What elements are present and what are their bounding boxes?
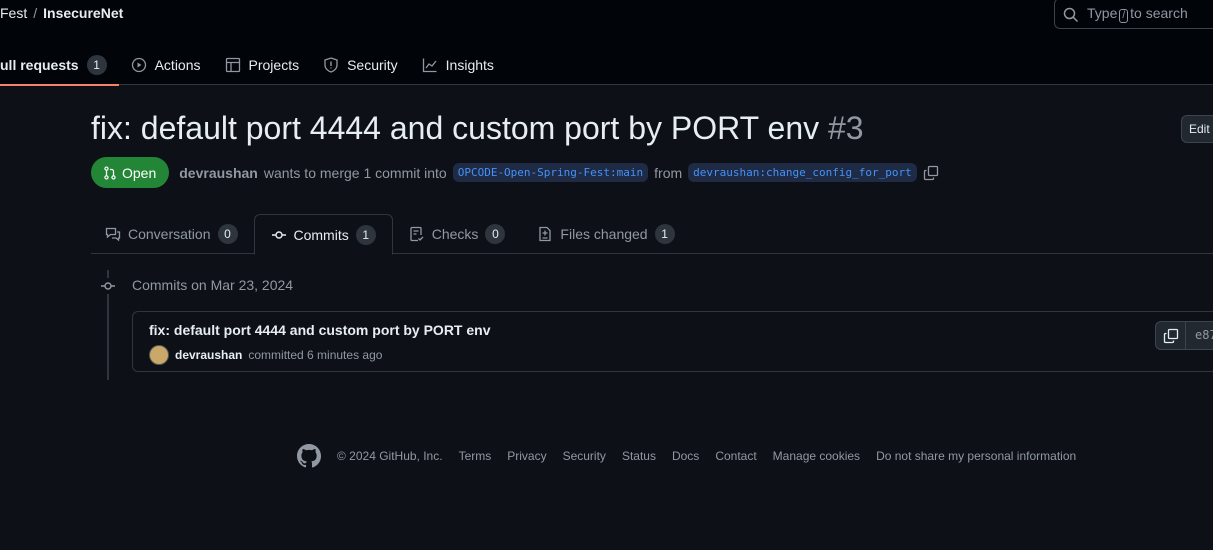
git-commit-icon: [271, 230, 286, 239]
graph-icon: [422, 58, 437, 72]
commit-author-link[interactable]: devraushan: [175, 348, 242, 362]
author-link[interactable]: devraushan: [179, 165, 258, 181]
nav-pull-requests[interactable]: ull requests 1: [0, 44, 119, 86]
base-branch[interactable]: OPCODE-Open-Spring-Fest:main: [452, 163, 649, 182]
copy-icon[interactable]: [923, 165, 939, 181]
shield-icon: [324, 56, 338, 73]
nav-insights[interactable]: Insights: [410, 44, 506, 85]
commits-date-heading: Commits on Mar 23, 2024: [132, 277, 294, 293]
footer-link-do-not-share[interactable]: Do not share my personal information: [876, 449, 1076, 463]
tab-files-changed[interactable]: Files changed 1: [521, 214, 690, 254]
tab-commits[interactable]: Commits 1: [253, 214, 393, 255]
status-badge: Open: [91, 157, 170, 188]
tab-checks[interactable]: Checks 0: [393, 214, 522, 254]
slash-key-hint: /: [1119, 9, 1129, 23]
footer-link-manage-cookies[interactable]: Manage cookies: [773, 449, 860, 463]
nav-security[interactable]: Security: [311, 44, 410, 85]
commit-list-item: fix: default port 4444 and custom port b…: [132, 311, 1213, 372]
footer-link-terms[interactable]: Terms: [459, 449, 492, 463]
repo-header: Fest / InsecureNet Type / to search ull requ…: [0, 0, 1213, 86]
footer-link-privacy[interactable]: Privacy: [507, 449, 546, 463]
avatar[interactable]: [149, 345, 169, 365]
pr-tabs: Conversation 0 Commits 1 Checks 0 Files cha…: [91, 214, 1213, 255]
github-logo-icon[interactable]: [297, 444, 321, 468]
search-icon: [1063, 7, 1079, 23]
copyright: © 2024 GitHub, Inc.: [337, 449, 443, 463]
pr-meta: Open devraushan wants to merge 1 commit …: [91, 157, 939, 188]
footer: © 2024 GitHub, Inc. Terms Privacy Securi…: [297, 444, 1076, 468]
git-pull-request-icon: [104, 165, 116, 180]
count-badge: 1: [86, 54, 107, 75]
repo-nav: ull requests 1 Actions Projects Security …: [0, 44, 506, 86]
tab-conversation[interactable]: Conversation 0: [91, 214, 254, 254]
git-commit-icon: [100, 278, 116, 294]
owner-link[interactable]: Fest: [0, 5, 27, 21]
footer-link-contact[interactable]: Contact: [715, 449, 756, 463]
pr-number: #3: [828, 110, 864, 146]
commit-sha-link[interactable]: e87: [1186, 322, 1213, 349]
copy-sha-button[interactable]: [1156, 322, 1186, 349]
checklist-icon: [410, 226, 424, 242]
footer-link-status[interactable]: Status: [622, 449, 656, 463]
footer-link-docs[interactable]: Docs: [672, 449, 699, 463]
nav-actions[interactable]: Actions: [119, 44, 213, 85]
commit-sha-group: e87: [1155, 321, 1213, 350]
play-icon: [131, 57, 146, 72]
nav-projects[interactable]: Projects: [213, 44, 312, 85]
commit-message-link[interactable]: fix: default port 4444 and custom port b…: [149, 322, 491, 338]
breadcrumb: Fest / InsecureNet: [0, 5, 124, 21]
file-diff-icon: [539, 226, 552, 242]
pr-title: fix: default port 4444 and custom port b…: [91, 110, 864, 146]
footer-link-security[interactable]: Security: [563, 449, 606, 463]
head-branch[interactable]: devraushan:change_config_for_port: [688, 163, 917, 182]
edit-button[interactable]: Edit: [1181, 115, 1213, 143]
table-icon: [225, 57, 240, 72]
commit-byline: devraushan committed 6 minutes ago: [149, 345, 382, 365]
copy-icon: [1163, 328, 1178, 343]
repo-link[interactable]: InsecureNet: [43, 5, 123, 21]
search-input[interactable]: Type / to search: [1054, 0, 1213, 29]
comment-discussion-icon: [105, 227, 121, 242]
